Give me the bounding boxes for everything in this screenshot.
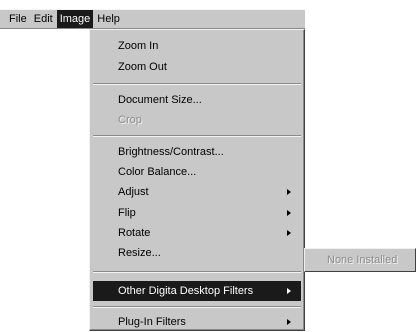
brightness-contrast-item[interactable]: Brightness/Contrast...: [93, 142, 301, 162]
menu-separator: [93, 83, 301, 85]
submenu-arrow-icon: [287, 288, 291, 294]
menu-edit[interactable]: Edit: [31, 10, 56, 28]
submenu-arrow-icon: [287, 210, 291, 216]
flip-label: Flip: [118, 207, 136, 219]
menu-file[interactable]: File: [6, 10, 30, 28]
plugin-filters-item[interactable]: Plug-In Filters: [93, 312, 301, 332]
resize-item[interactable]: Resize...: [93, 243, 301, 263]
crop-item: Crop: [118, 114, 142, 126]
none-installed-item: None Installed: [327, 254, 398, 266]
document-size-item[interactable]: Document Size...: [93, 90, 301, 110]
submenu-arrow-icon: [287, 230, 291, 236]
menu-image[interactable]: Image: [56, 10, 94, 28]
plugin-filters-label: Plug-In Filters: [118, 316, 186, 328]
zoom-out-item[interactable]: Zoom Out: [93, 57, 301, 77]
menu-separator: [93, 135, 301, 137]
rotate-label: Rotate: [118, 227, 151, 239]
other-digita-filters-item[interactable]: Other Digita Desktop Filters: [93, 281, 301, 301]
menu-bar: File Edit Image Help: [0, 9, 305, 29]
flip-item[interactable]: Flip: [93, 203, 301, 223]
digita-filters-submenu: None Installed: [304, 248, 416, 272]
adjust-item[interactable]: Adjust: [93, 182, 301, 202]
zoom-in-item[interactable]: Zoom In: [93, 36, 301, 56]
submenu-arrow-icon: [287, 189, 291, 195]
adjust-label: Adjust: [118, 186, 149, 198]
menu-separator: [93, 271, 301, 273]
other-digita-filters-label: Other Digita Desktop Filters: [118, 285, 254, 297]
submenu-arrow-icon: [287, 319, 291, 325]
menu-separator: [93, 306, 301, 308]
rotate-item[interactable]: Rotate: [93, 223, 301, 243]
image-menu-dropdown: Zoom In Zoom Out Document Size... Crop B…: [89, 29, 305, 331]
menu-help[interactable]: Help: [94, 10, 123, 28]
color-balance-item[interactable]: Color Balance...: [93, 162, 301, 182]
